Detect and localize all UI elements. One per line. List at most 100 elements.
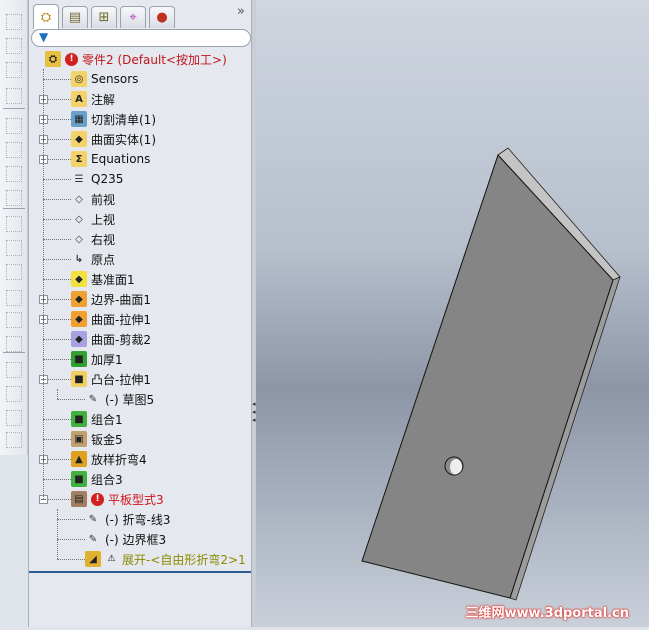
material-icon: ☰ <box>74 173 84 185</box>
featuremanager-tab[interactable]: ⛭ <box>33 4 59 29</box>
tree-connector <box>43 199 71 200</box>
toolbar-button-16[interactable] <box>6 410 22 426</box>
tree-item[interactable]: ■ 组合3 <box>71 469 123 489</box>
left-command-toolbar <box>0 0 28 455</box>
plane-icon: ◇ <box>75 213 83 225</box>
tree-item[interactable]: ◆ 曲面-拉伸1 <box>71 309 151 329</box>
tree-item[interactable]: ◇ 上视 <box>71 209 115 229</box>
tree-item-label: 曲面实体(1) <box>91 132 156 147</box>
tree-item[interactable]: ◇ 前视 <box>71 189 115 209</box>
tree-item[interactable]: ☰ Q235 <box>71 169 124 189</box>
tree-item[interactable]: ◎ Sensors <box>71 69 138 89</box>
tree-connector <box>43 279 71 280</box>
more-tabs-button[interactable]: » <box>237 4 245 19</box>
plane-icon: ◇ <box>75 233 83 245</box>
tree-item-label: (-) 边界框3 <box>105 532 167 547</box>
tree-item[interactable]: ✎ (-) 草图5 <box>85 389 154 409</box>
tree-item-label: (-) 折弯-线3 <box>105 512 171 527</box>
dimxpert-tab[interactable]: ⌖ <box>120 6 146 28</box>
tree-connector <box>43 79 71 80</box>
toolbar-button-9[interactable] <box>6 240 22 256</box>
tree-item-label: 组合3 <box>91 472 123 487</box>
trim-surface-icon: ◆ <box>71 331 87 347</box>
feature-manager-panel: ⛭ ▤ ⊞ ⌖ ● » ▼ ⛭! 零件2 (Default<按加工>) ◎ Sensors A 注… <box>28 0 252 627</box>
toolbar-button-11[interactable] <box>6 290 22 306</box>
tree-connector <box>43 419 71 420</box>
tree-item[interactable]: ■ 组合1 <box>71 409 123 429</box>
tree-connector <box>57 539 85 540</box>
tree-item[interactable]: Σ Equations <box>71 149 150 169</box>
tree-item-label: 曲面-拉伸1 <box>91 312 151 327</box>
tree-item-label: 曲面-剪裁2 <box>91 332 151 347</box>
configuration-icon: ⊞ <box>98 10 110 25</box>
toolbar-button-7[interactable] <box>6 190 22 206</box>
tree-item[interactable]: ■ 加厚1 <box>71 349 123 369</box>
tree-item[interactable]: ◆ 基准面1 <box>71 269 135 289</box>
toolbar-button-1[interactable] <box>6 38 22 54</box>
toolbar-button-2[interactable] <box>6 62 22 78</box>
tree-connector <box>43 179 71 180</box>
tree-item-label: 组合1 <box>91 412 123 427</box>
toolbar-button-13[interactable] <box>6 336 22 352</box>
tree-item[interactable]: ■ 凸台-拉伸1 <box>71 369 151 389</box>
sketch-icon: ✎ <box>88 533 98 545</box>
toolbar-button-8[interactable] <box>6 216 22 232</box>
tree-item[interactable]: ▦ 切割清单(1) <box>71 109 156 129</box>
toolbar-button-15[interactable] <box>6 386 22 402</box>
tree-connector <box>57 389 58 399</box>
propertymanager-tab[interactable]: ▤ <box>62 6 88 28</box>
toolbar-button-12[interactable] <box>6 312 22 328</box>
tree-item[interactable]: A 注解 <box>71 89 115 109</box>
tree-item[interactable]: ✎ (-) 边界框3 <box>85 529 166 549</box>
filter-input[interactable]: ▼ <box>31 29 251 47</box>
tree-item-label: 零件2 (Default<按加工>) <box>82 52 227 67</box>
tree-item[interactable]: ↳ 原点 <box>71 249 115 269</box>
toolbar-button-3[interactable] <box>6 88 22 104</box>
configuration-tab[interactable]: ⊞ <box>91 6 117 28</box>
toolbar-separator <box>3 352 25 353</box>
filter-icon: ▼ <box>39 30 49 44</box>
watermark: 三维网www.3dportal.cn <box>465 606 629 621</box>
toolbar-button-14[interactable] <box>6 362 22 378</box>
tree-item[interactable]: ▤! 平板型式3 <box>71 489 164 509</box>
error-icon: ! <box>91 492 104 506</box>
tree-item-label: 原点 <box>91 252 116 267</box>
tree-connector <box>57 559 85 560</box>
feature-tree-icon: ⛭ <box>40 9 52 25</box>
tree-item-label: 展开-<自由形折弯2>1 <box>122 552 246 567</box>
sheet-metal-icon: ▣ <box>71 431 87 447</box>
toolbar-button-4[interactable] <box>6 118 22 134</box>
plane-icon: ◇ <box>75 193 83 205</box>
tree-item[interactable]: ◇ 右视 <box>71 229 115 249</box>
tree-item-label: 加厚1 <box>91 352 123 367</box>
extrude-surface-icon: ◆ <box>71 311 87 327</box>
toolbar-button-5[interactable] <box>6 142 22 158</box>
tree-item[interactable]: ◆ 曲面实体(1) <box>71 129 156 149</box>
tree-item[interactable]: ◢ ⚠ 展开-<自由形折弯2>1 <box>85 549 246 569</box>
ref-plane-icon: ◆ <box>71 271 87 287</box>
lofted-bend-icon: ▲ <box>71 451 87 467</box>
toolbar-separator <box>3 208 25 209</box>
graphics-viewport[interactable]: 三维网www.3dportal.cn <box>256 0 649 627</box>
tree-item[interactable]: ▲ 放样折弯4 <box>71 449 147 469</box>
toolbar-button-0[interactable] <box>6 14 22 30</box>
tree-item[interactable]: ◆ 曲面-剪裁2 <box>71 329 151 349</box>
tree-item[interactable]: ⛭! 零件2 (Default<按加工>) <box>45 49 227 69</box>
warning-icon: ⚠ <box>107 554 116 564</box>
tree-item-label: Equations <box>91 152 151 166</box>
toolbar-button-6[interactable] <box>6 166 22 182</box>
flatten-icon: ◢ <box>85 551 101 567</box>
rollback-bar[interactable] <box>29 571 251 573</box>
tree-item-label: 注解 <box>91 92 116 107</box>
error-icon: ! <box>65 52 78 66</box>
sensors-folder-icon: ◎ <box>71 71 87 87</box>
equations-folder-icon: Σ <box>71 151 87 167</box>
tree-item[interactable]: ◆ 边界-曲面1 <box>71 289 151 309</box>
tree-item[interactable]: ▣ 钣金5 <box>71 429 123 449</box>
display-tab[interactable]: ● <box>149 6 175 28</box>
tree-item[interactable]: ✎ (-) 折弯-线3 <box>85 509 171 529</box>
toolbar-button-10[interactable] <box>6 264 22 280</box>
combine-icon: ■ <box>71 411 87 427</box>
toolbar-button-17[interactable] <box>6 432 22 448</box>
thicken-icon: ■ <box>71 351 87 367</box>
